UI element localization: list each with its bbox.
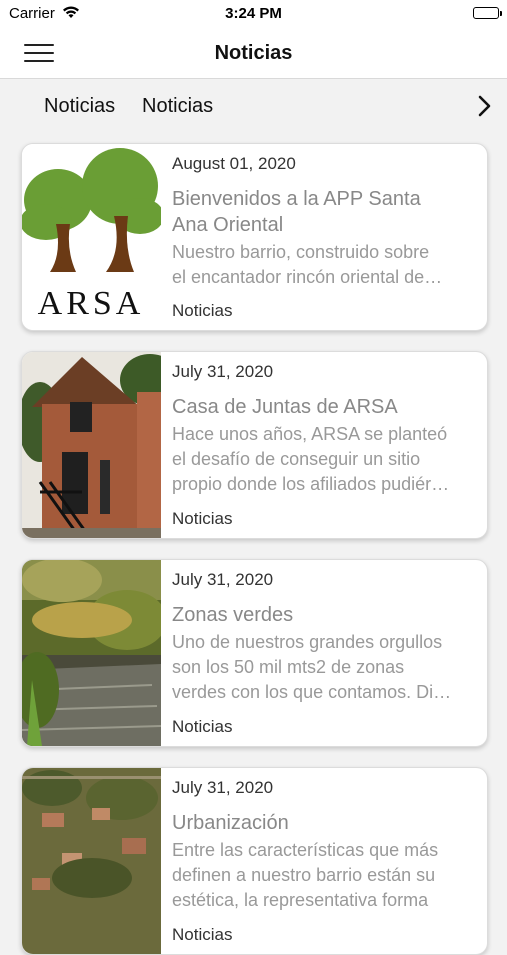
card-category: Noticias bbox=[172, 925, 233, 944]
arsa-logo-text: ARSA bbox=[38, 285, 145, 322]
chevron-right-icon[interactable] bbox=[475, 94, 495, 118]
card-date: July 31, 2020 bbox=[172, 778, 274, 797]
house-photo-thumbnail bbox=[22, 352, 161, 538]
tab-noticias-1[interactable]: Noticias bbox=[44, 95, 115, 118]
card-date: August 01, 2020 bbox=[172, 154, 296, 173]
news-card-zonas-verdes[interactable]: July 31, 2020 Zonas verdes Uno de nuestr… bbox=[21, 559, 488, 747]
news-card-urbanizacion[interactable]: July 31, 2020 Urbanización Entre las car… bbox=[21, 767, 488, 955]
battery-icon bbox=[473, 7, 502, 19]
page-title: Noticias bbox=[214, 42, 293, 64]
card-title: Casa de Juntas de ARSA bbox=[172, 396, 398, 418]
card-category: Noticias bbox=[172, 509, 233, 528]
card-excerpt: Entre las características que más define… bbox=[172, 840, 439, 910]
clock: 3:24 PM bbox=[225, 5, 282, 22]
tab-noticias-2[interactable]: Noticias bbox=[142, 95, 213, 118]
card-date: July 31, 2020 bbox=[172, 362, 274, 381]
aerial-photo-thumbnail bbox=[22, 768, 161, 954]
navigation-bar: Noticias bbox=[0, 30, 507, 79]
green-area-photo-thumbnail bbox=[22, 560, 161, 746]
card-excerpt: Nuestro barrio, construido sobre el enca… bbox=[172, 242, 443, 287]
status-bar: Carrier 3:24 PM bbox=[0, 0, 507, 30]
card-date: July 31, 2020 bbox=[172, 570, 274, 589]
card-title: Urbanización bbox=[172, 812, 289, 834]
news-card-casa-juntas[interactable]: July 31, 2020 Casa de Juntas de ARSA Hac… bbox=[21, 351, 488, 539]
card-excerpt: Hace unos años, ARSA se planteó el desaf… bbox=[172, 424, 450, 494]
card-category: Noticias bbox=[172, 717, 233, 736]
news-card-welcome[interactable]: ARSA August 01, 2020 Bienvenidos a la AP… bbox=[21, 143, 488, 331]
card-title: Bienvenidos a la APP Santa Ana Oriental bbox=[172, 188, 421, 236]
card-title: Zonas verdes bbox=[172, 604, 294, 626]
card-excerpt: Uno de nuestros grandes orgullos son los… bbox=[172, 632, 452, 702]
arsa-logo-thumbnail: ARSA bbox=[22, 144, 161, 330]
card-category: Noticias bbox=[172, 301, 233, 320]
category-tabs: Noticias Noticias bbox=[0, 80, 507, 132]
